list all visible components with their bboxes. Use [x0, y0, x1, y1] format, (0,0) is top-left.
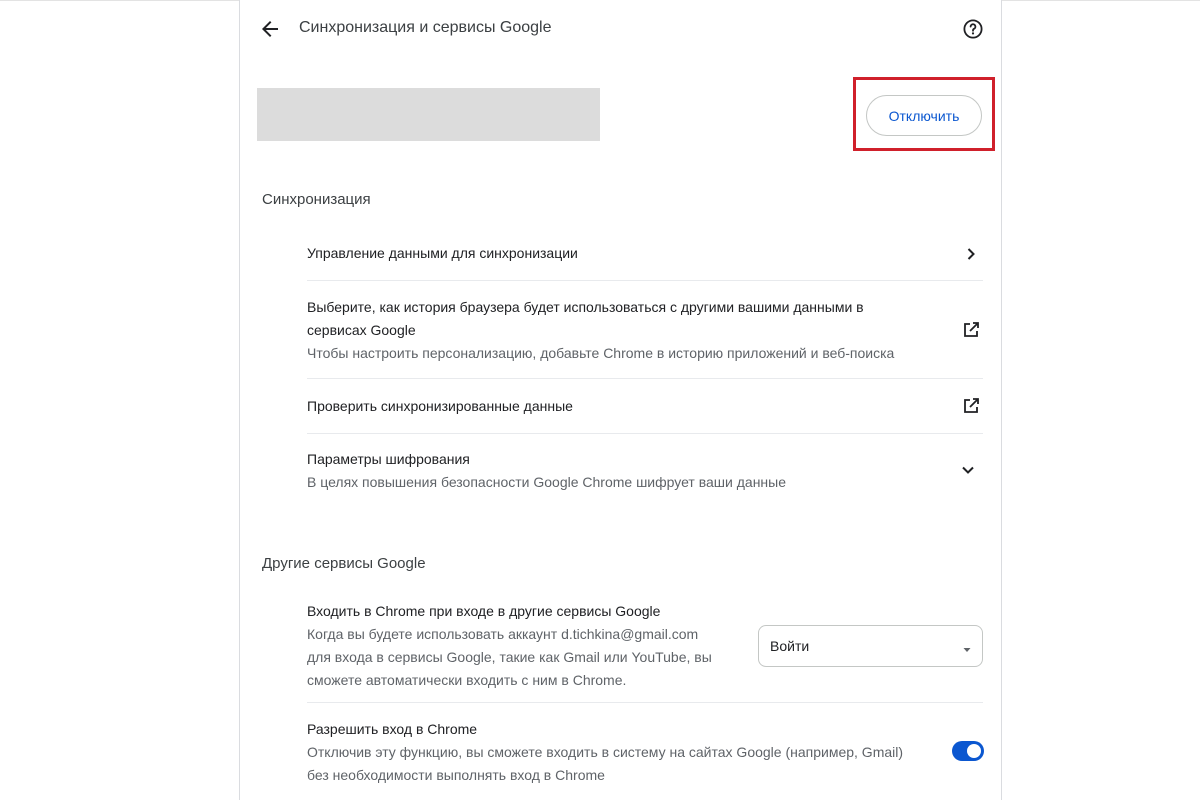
page-title: Синхронизация и сервисы Google [299, 19, 552, 36]
row-title: Разрешить вход в Chrome [307, 721, 478, 737]
select-value: Войти [770, 638, 810, 654]
row-desc-line1: Когда вы будете использовать аккаунт d.t… [307, 626, 699, 642]
open-in-new-icon [961, 396, 981, 416]
arrow-back-icon[interactable] [258, 17, 282, 41]
row-subtitle: Чтобы настроить персонализацию, добавьте… [307, 345, 895, 361]
allow-chrome-signin-row: Разрешить вход в Chrome Отключив эту фун… [307, 702, 983, 800]
row-title: Входить в Chrome при входе в другие серв… [307, 603, 661, 619]
chevron-down-icon [958, 460, 978, 480]
disconnect-button[interactable]: Отключить [866, 95, 982, 136]
account-info-placeholder [257, 88, 600, 141]
encryption-options-row[interactable]: Параметры шифрования В целях повышения б… [307, 433, 983, 505]
open-in-new-icon [961, 320, 981, 340]
row-desc-line2: без необходимости выполнять вход в Chrom… [307, 767, 605, 783]
row-title-line2: сервисах Google [307, 322, 416, 338]
help-circle-icon[interactable] [961, 17, 985, 41]
row-title-line1: Выберите, как история браузера будет исп… [307, 299, 864, 315]
row-title: Проверить синхронизированные данные [307, 398, 573, 414]
row-title: Параметры шифрования [307, 451, 470, 467]
chevron-right-icon [961, 244, 981, 264]
toggle-knob [967, 744, 981, 758]
sync-section-title: Синхронизация [262, 191, 371, 208]
manage-sync-data-row[interactable]: Управление данными для синхронизации [307, 232, 983, 280]
dropdown-arrow-icon [962, 642, 972, 652]
row-desc-line2: для входа в сервисы Google, такие как Gm… [307, 649, 712, 665]
check-synced-data-row[interactable]: Проверить синхронизированные данные [307, 378, 983, 433]
row-title: Управление данными для синхронизации [307, 245, 578, 261]
row-desc-line3: сможете автоматически входить с ним в Ch… [307, 672, 627, 688]
other-services-section-title: Другие сервисы Google [262, 555, 426, 572]
row-desc-line1: Отключив эту функцию, вы сможете входить… [307, 744, 904, 760]
signin-mode-select[interactable]: Войти [758, 625, 983, 667]
allow-signin-toggle[interactable] [952, 741, 984, 761]
row-subtitle: В целях повышения безопасности Google Ch… [307, 474, 787, 490]
settings-card: Синхронизация и сервисы Google Отключить… [239, 0, 1002, 800]
history-usage-row[interactable]: Выберите, как история браузера будет исп… [307, 280, 983, 378]
